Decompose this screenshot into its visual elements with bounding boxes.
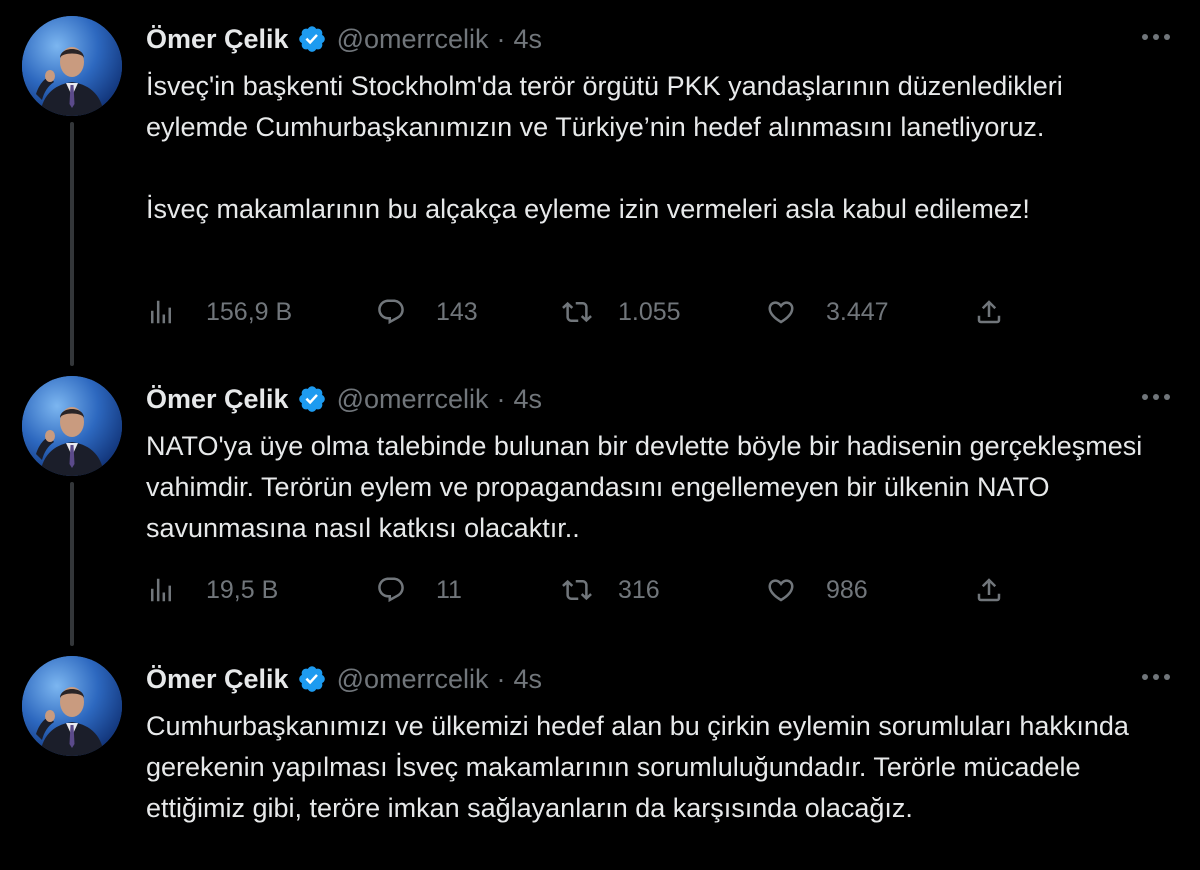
tweet-paragraph: NATO'ya üye olma talebinde bulunan bir d… — [146, 431, 1143, 543]
views-count: 19,5 B — [206, 575, 279, 604]
separator-dot: · — [496, 383, 506, 414]
like-button[interactable]: 986 — [766, 570, 868, 610]
like-icon — [766, 575, 796, 605]
like-count: 3.447 — [826, 297, 889, 326]
timestamp[interactable]: 4s — [514, 384, 543, 415]
tweet-header: Ömer Çelik @omerrcelik · 4s — [146, 380, 542, 418]
tweet-thread: Ömer Çelik @omerrcelik · 4s İsveç'in baş… — [0, 0, 1200, 870]
reply-icon — [376, 575, 406, 605]
more-options-icon[interactable] — [1138, 662, 1174, 692]
separator-dot: · — [496, 23, 506, 54]
retweet-icon — [562, 297, 592, 327]
more-options-icon[interactable] — [1138, 22, 1174, 52]
author-handle[interactable]: @omerrcelik — [337, 664, 489, 695]
more-options-icon[interactable] — [1138, 382, 1174, 412]
tweet[interactable]: Ömer Çelik @omerrcelik · 4s Cumhurbaşkan… — [0, 640, 1200, 870]
tweet-text: İsveç'in başkenti Stockholm'da terör örg… — [146, 66, 1166, 230]
reply-button[interactable]: 143 — [376, 292, 478, 332]
timestamp[interactable]: 4s — [514, 24, 543, 55]
retweet-count: 1.055 — [618, 297, 681, 326]
timestamp[interactable]: 4s — [514, 664, 543, 695]
author-handle[interactable]: @omerrcelik — [337, 24, 489, 55]
tweet-actions: 19,5 B 11 316 986 — [146, 570, 1016, 610]
verified-badge-icon — [297, 384, 327, 414]
tweet-text: NATO'ya üye olma talebinde bulunan bir d… — [146, 426, 1166, 549]
views-count: 156,9 B — [206, 297, 293, 326]
author-name[interactable]: Ömer Çelik — [146, 384, 289, 415]
reply-count: 143 — [436, 297, 478, 326]
tweet-header: Ömer Çelik @omerrcelik · 4s — [146, 660, 542, 698]
tweet-actions: 156,9 B 143 1.055 3.447 — [146, 292, 1016, 332]
verified-badge-icon — [297, 24, 327, 54]
like-count: 986 — [826, 575, 868, 604]
reply-button[interactable]: 11 — [376, 570, 462, 610]
retweet-count: 316 — [618, 575, 660, 604]
author-name[interactable]: Ömer Çelik — [146, 664, 289, 695]
retweet-button[interactable]: 1.055 — [562, 292, 681, 332]
author-handle[interactable]: @omerrcelik — [337, 384, 489, 415]
author-name[interactable]: Ömer Çelik — [146, 24, 289, 55]
like-button[interactable]: 3.447 — [766, 292, 889, 332]
tweet-paragraph: İsveç'in başkenti Stockholm'da terör örg… — [146, 71, 1063, 142]
tweet-paragraph: Cumhurbaşkanımızı ve ülkemizi hedef alan… — [146, 711, 1129, 823]
tweet[interactable]: Ömer Çelik @omerrcelik · 4s NATO'ya üye … — [0, 360, 1200, 640]
reply-count: 11 — [436, 575, 462, 604]
retweet-button[interactable]: 316 — [562, 570, 660, 610]
views-button[interactable]: 156,9 B — [146, 292, 292, 332]
share-button[interactable] — [974, 292, 1004, 332]
views-icon — [146, 575, 176, 605]
avatar[interactable] — [22, 16, 122, 116]
like-icon — [766, 297, 796, 327]
share-icon — [974, 575, 1004, 605]
reply-icon — [376, 297, 406, 327]
tweet-text: Cumhurbaşkanımızı ve ülkemizi hedef alan… — [146, 706, 1166, 829]
separator-dot: · — [496, 663, 506, 694]
share-button[interactable] — [974, 570, 1004, 610]
views-icon — [146, 297, 176, 327]
views-button[interactable]: 19,5 B — [146, 570, 278, 610]
tweet-paragraph: İsveç makamlarının bu alçakça eyleme izi… — [146, 194, 1030, 224]
tweet-header: Ömer Çelik @omerrcelik · 4s — [146, 20, 542, 58]
verified-badge-icon — [297, 664, 327, 694]
retweet-icon — [562, 575, 592, 605]
tweet[interactable]: Ömer Çelik @omerrcelik · 4s İsveç'in baş… — [0, 0, 1200, 360]
share-icon — [974, 297, 1004, 327]
avatar[interactable] — [22, 656, 122, 756]
avatar[interactable] — [22, 376, 122, 476]
